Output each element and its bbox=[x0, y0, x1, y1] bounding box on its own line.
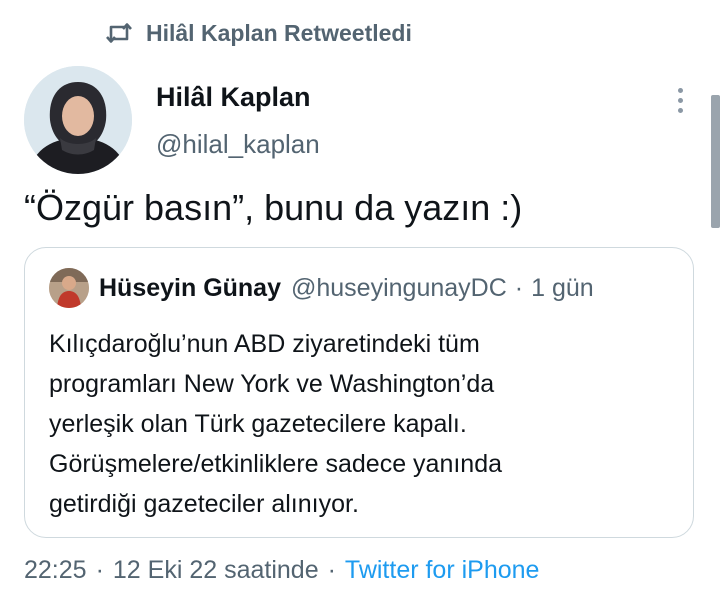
quoted-author-handle[interactable]: @huseyingunayDC bbox=[291, 274, 507, 303]
separator-dot: · bbox=[95, 555, 104, 584]
more-vertical-icon bbox=[677, 87, 683, 93]
retweet-banner[interactable]: Hilâl Kaplan Retweetledi bbox=[106, 18, 412, 48]
retweet-banner-text[interactable]: Hilâl Kaplan Retweetledi bbox=[146, 20, 412, 47]
quoted-text-line: yerleşik olan Türk gazetecilere kapalı. bbox=[49, 410, 467, 438]
quoted-text-line: programları New York ve Washington’da bbox=[49, 370, 495, 398]
quoted-timestamp[interactable]: 1 gün bbox=[531, 274, 594, 303]
quoted-tweet-text: Kılıçdaroğlu’nun ABD ziyaretindeki tüm p… bbox=[49, 324, 679, 524]
tweet-source-link[interactable]: Twitter for iPhone bbox=[345, 556, 540, 585]
quoted-tweet-card[interactable]: Hüseyin Günay @huseyingunayDC · 1 gün Kı… bbox=[24, 247, 694, 538]
scrollbar[interactable] bbox=[711, 95, 720, 228]
tweet-meta: 22:25 · 12 Eki 22 saatinde · Twitter for… bbox=[24, 552, 539, 588]
author-avatar[interactable] bbox=[24, 66, 132, 174]
quoted-text-line: Kılıçdaroğlu’nun ABD ziyaretindeki tüm bbox=[49, 330, 480, 358]
avatar-photo bbox=[49, 268, 89, 308]
quoted-text-line: getirdiği gazeteciler alınıyor. bbox=[49, 490, 359, 518]
quoted-author-name[interactable]: Hüseyin Günay bbox=[99, 274, 281, 303]
more-options-button[interactable] bbox=[668, 82, 692, 118]
tweet-time[interactable]: 22:25 bbox=[24, 556, 87, 585]
quoted-tweet-header: Hüseyin Günay @huseyingunayDC · 1 gün bbox=[49, 268, 594, 308]
author-handle[interactable]: @hilal_kaplan bbox=[156, 129, 320, 160]
tweet-date[interactable]: 12 Eki 22 saatinde bbox=[113, 556, 319, 585]
more-vertical-icon bbox=[677, 97, 683, 103]
more-vertical-icon bbox=[677, 107, 683, 113]
avatar-photo bbox=[24, 66, 132, 174]
quoted-author-avatar[interactable] bbox=[49, 268, 89, 308]
separator-dot: · bbox=[514, 273, 524, 302]
quoted-text-line: Görüşmelere/etkinliklere sadece yanında bbox=[49, 450, 503, 478]
author-name[interactable]: Hilâl Kaplan bbox=[156, 82, 311, 113]
tweet-text: “Özgür basın”, bunu da yazın :) bbox=[24, 187, 523, 228]
retweet-icon bbox=[106, 22, 132, 44]
separator-dot: · bbox=[327, 555, 336, 584]
